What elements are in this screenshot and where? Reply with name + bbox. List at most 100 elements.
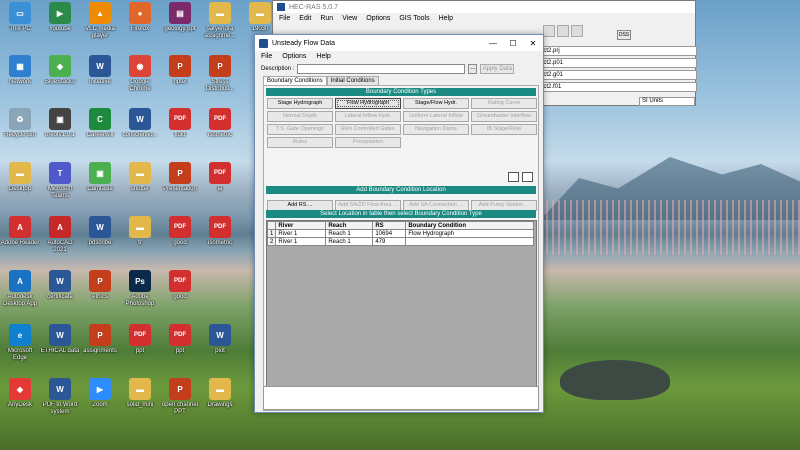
- desktop-icon[interactable]: Wconscientio...: [120, 108, 160, 146]
- desktop-icon[interactable]: ▲ VLC media player: [80, 2, 120, 40]
- bc-type-button-groundwater-interflow[interactable]: Groundwater Interflow: [471, 111, 537, 122]
- desktop-icon[interactable]: ♻ Recycle Bin: [0, 108, 40, 146]
- desktop-icon[interactable]: ▬ Drawings: [200, 378, 240, 416]
- desktop-icon[interactable]: PDF ia: [200, 162, 240, 200]
- description-browse-button[interactable]: ...: [468, 64, 478, 74]
- desktop-icon[interactable]: Passignments: [80, 324, 120, 362]
- cell-rs[interactable]: 10694: [372, 229, 407, 238]
- desktop-icon[interactable]: ▬ tr: [120, 216, 160, 254]
- table-row[interactable]: 1 River 1 Reach 1 10694 Flow Hydrograph: [266, 229, 535, 238]
- minimize-button[interactable]: —: [483, 39, 503, 48]
- desktop-icon[interactable]: PDF good: [160, 270, 200, 308]
- bc-type-button-stage-hydrograph[interactable]: Stage Hydrograph: [267, 98, 333, 109]
- apply-data-button[interactable]: Apply Data: [480, 64, 515, 74]
- row-number[interactable]: 1: [266, 229, 277, 238]
- desktop-icon[interactable]: Winitiative: [80, 55, 120, 93]
- description-input[interactable]: [297, 64, 466, 74]
- cell-rs[interactable]: 479: [372, 237, 407, 246]
- tab-initial-conditions[interactable]: Initial Conditions: [326, 76, 379, 85]
- close-button[interactable]: ✕: [523, 39, 543, 48]
- desktop-icon[interactable]: ▣ oreotv1.9.1: [40, 108, 80, 146]
- desktop-icon[interactable]: ▭ This PC: [0, 2, 40, 40]
- dss-button[interactable]: DSS: [617, 30, 631, 40]
- desktop-icon[interactable]: PDF fluid: [160, 108, 200, 146]
- desktop-icon[interactable]: ▬ Desktop: [0, 162, 40, 200]
- desktop-icon[interactable]: Wpdscribe: [80, 216, 120, 254]
- desktop-icon[interactable]: ▬ solid_mini: [120, 378, 160, 416]
- dialog-menu-file[interactable]: File: [261, 53, 272, 60]
- desktop-icon[interactable]: P Stress Distributi...: [200, 55, 240, 93]
- bc-type-button-uniform-lateral-inflow[interactable]: Uniform Lateral Inflow: [403, 111, 469, 122]
- table-row[interactable]: 2 River 1 Reach 1 479: [266, 237, 535, 246]
- desktop-icon[interactable]: T Microsoft Teams: [40, 162, 80, 200]
- bc-type-button-elev-controlled-gates[interactable]: Elev Controlled Gates: [335, 124, 401, 135]
- cell-reach[interactable]: Reach 1: [325, 229, 374, 238]
- bc-type-button-lateral-inflow-hydr[interactable]: Lateral Inflow Hydr.: [335, 111, 401, 122]
- desktop-icon[interactable]: ◆ BlueStacks: [40, 55, 80, 93]
- bc-type-button-ib-stage-flow[interactable]: IB Stage/Flow: [471, 124, 537, 135]
- desktop-icon[interactable]: PDF isometric: [200, 108, 240, 146]
- desktop-icon[interactable]: ▶ Zoom: [80, 378, 120, 416]
- desktop-icon[interactable]: Ps Adobe Photoshop: [120, 270, 160, 308]
- desktop-icon[interactable]: A Adobe Reader: [0, 216, 40, 254]
- desktop-icon[interactable]: ▬ satyendra assignme...: [200, 2, 240, 40]
- bc-type-button-precipitation[interactable]: Precipitation: [335, 137, 401, 148]
- plot-icon[interactable]: [508, 172, 519, 182]
- bc-type-button-normal-depth[interactable]: Normal Depth: [267, 111, 333, 122]
- desktop-icon[interactable]: ▶ Youtube: [40, 2, 80, 40]
- toolbar-button[interactable]: [557, 25, 569, 37]
- tab-boundary-conditions[interactable]: Boundary Conditions: [263, 76, 327, 85]
- desktop-icon[interactable]: Pethics: [80, 270, 120, 308]
- toolbar-button[interactable]: [571, 25, 583, 37]
- row-number[interactable]: 2: [266, 237, 277, 246]
- bc-type-button-t-s-gate-openings[interactable]: T.S. Gate Openings: [267, 124, 333, 135]
- desktop-icon-label: ppt: [175, 348, 185, 354]
- desktop-icon[interactable]: ▦ Network: [0, 55, 40, 93]
- desktop-icon[interactable]: ● Firefox: [120, 2, 160, 40]
- desktop-icon[interactable]: PDF ppt: [120, 324, 160, 362]
- desktop-icon[interactable]: Popen channel PPT: [160, 378, 200, 416]
- main-menu-help[interactable]: Help: [439, 15, 453, 22]
- desktop-icon[interactable]: W PDF to Word system: [40, 378, 80, 416]
- desktop-icon[interactable]: ◉ Google Chrome: [120, 55, 160, 93]
- bc-type-button-rules[interactable]: Rules: [267, 137, 333, 148]
- desktop-icon[interactable]: ◆ AnyDesk: [0, 378, 40, 416]
- desktop-icon[interactable]: PDF good: [160, 216, 200, 254]
- desktop-icon[interactable]: ▤ geology ppt: [160, 2, 200, 40]
- cell-boundary-condition[interactable]: Flow Hydrograph: [405, 229, 535, 238]
- desktop-icon[interactable]: Pnptel: [160, 55, 200, 93]
- desktop-icon[interactable]: ▣ Camtasia: [80, 162, 120, 200]
- cell-boundary-condition[interactable]: [405, 237, 535, 246]
- desktop-icon[interactable]: P Presentation: [160, 162, 200, 200]
- cell-reach[interactable]: Reach 1: [325, 237, 374, 246]
- desktop-icon[interactable]: PDF isometric: [200, 216, 240, 254]
- desktop-icon[interactable]: Wcertificate: [40, 270, 80, 308]
- cell-river[interactable]: River 1: [275, 237, 327, 246]
- main-menu-edit[interactable]: Edit: [299, 15, 311, 22]
- bc-type-button-stage-flow-hydr[interactable]: Stage/Flow Hydr.: [403, 98, 469, 109]
- desktop-icon[interactable]: A Autodesk Desktop App: [0, 270, 40, 308]
- bc-type-button-rating-curve[interactable]: Rating Curve: [471, 98, 537, 109]
- desktop-icon[interactable]: PDF ppt: [160, 324, 200, 362]
- main-menu-file[interactable]: File: [279, 15, 290, 22]
- desktop-icon[interactable]: A AutoCAD 2021: [40, 216, 80, 254]
- toolbar-button[interactable]: [543, 25, 555, 37]
- table-icon[interactable]: [522, 172, 533, 182]
- desktop-icon[interactable]: Wplot: [200, 324, 240, 362]
- desktop-icon-label: Google Chrome: [129, 79, 151, 92]
- bc-type-button-flow-hydrograph[interactable]: Flow Hydrograph: [335, 98, 401, 109]
- desktop-icon[interactable]: e Microsoft Edge: [0, 324, 40, 362]
- bc-type-button-navigation-dams[interactable]: Navigation Dams: [403, 124, 469, 135]
- main-menu-run[interactable]: Run: [320, 15, 333, 22]
- pdf-icon: PDF: [169, 216, 191, 238]
- dialog-menu-options[interactable]: Options: [282, 53, 306, 60]
- main-menu-view[interactable]: View: [342, 15, 357, 22]
- dialog-menu-help[interactable]: Help: [316, 53, 330, 60]
- desktop-icon[interactable]: C Careerwill: [80, 108, 120, 146]
- cell-river[interactable]: River 1: [275, 229, 327, 238]
- maximize-button[interactable]: ☐: [503, 39, 523, 48]
- desktop-icon[interactable]: ▬ shutter: [120, 162, 160, 200]
- main-menu-gis-tools[interactable]: GIS Tools: [399, 15, 429, 22]
- desktop-icon[interactable]: W ETHICAL data: [40, 324, 80, 362]
- main-menu-options[interactable]: Options: [366, 15, 390, 22]
